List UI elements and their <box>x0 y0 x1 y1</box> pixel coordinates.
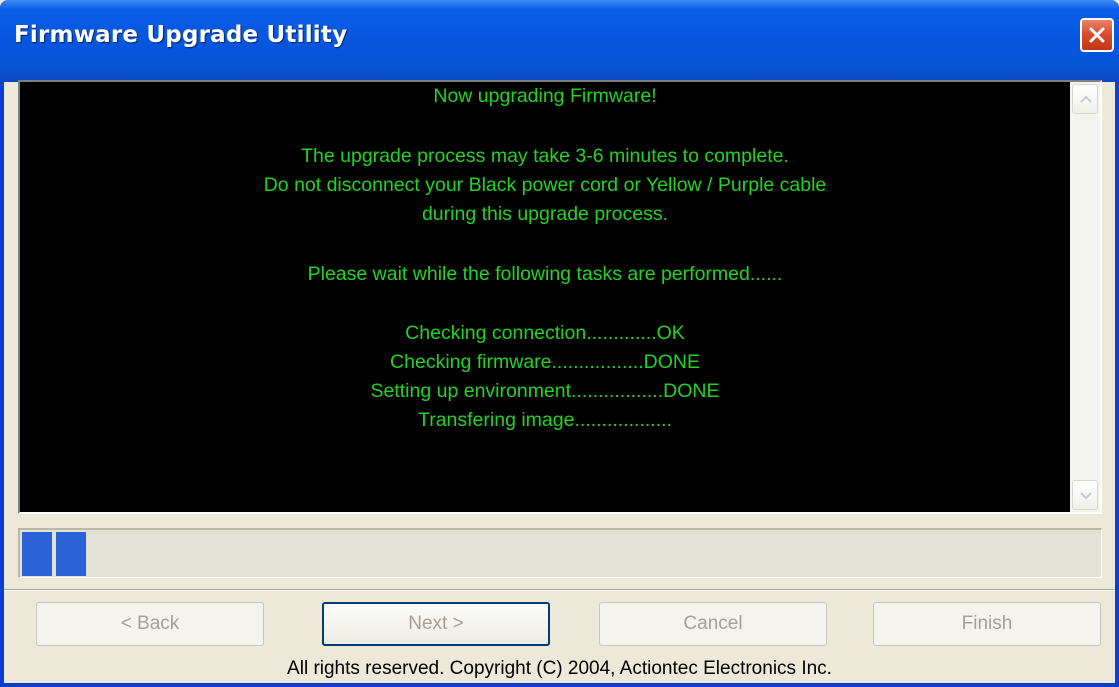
console-text: Now upgrading Firmware! The upgrade proc… <box>20 82 1070 512</box>
scroll-down-arrow-icon <box>1080 492 1092 500</box>
scroll-up-button[interactable] <box>1072 84 1098 114</box>
window-title: Firmware Upgrade Utility <box>14 22 348 48</box>
console-duration-line: The upgrade process may take 3-6 minutes… <box>301 145 789 167</box>
finish-button[interactable]: Finish <box>873 602 1101 646</box>
progress-block <box>22 532 52 576</box>
task-checking-firmware: Checking firmware.................DONE <box>390 351 700 373</box>
task-transfering-image: Transfering image.................. <box>418 409 672 431</box>
copyright-footer: All rights reserved. Copyright (C) 2004,… <box>287 658 832 679</box>
console-heading: Now upgrading Firmware! <box>433 85 657 107</box>
task-checking-connection: Checking connection.............OK <box>405 322 685 344</box>
title-bar[interactable]: Firmware Upgrade Utility <box>0 0 1119 82</box>
vertical-scrollbar[interactable] <box>1070 82 1100 512</box>
dialog-body: Now upgrading Firmware! The upgrade proc… <box>4 80 1115 683</box>
cancel-button[interactable]: Cancel <box>599 602 827 646</box>
console-warning-line-2: during this upgrade process. <box>421 203 669 225</box>
upgrade-progress-bar <box>18 528 1102 578</box>
task-setting-up-environment: Setting up environment.................D… <box>370 380 720 402</box>
console-warning-line: Do not disconnect your Black power cord … <box>263 174 827 196</box>
scroll-up-arrow-icon <box>1080 95 1092 103</box>
back-button[interactable]: < Back <box>36 602 264 646</box>
status-console: Now upgrading Firmware! The upgrade proc… <box>18 80 1102 514</box>
progress-block <box>56 532 86 576</box>
next-button[interactable]: Next > <box>322 602 550 646</box>
close-icon <box>1089 27 1105 43</box>
firmware-upgrade-window: Firmware Upgrade Utility Now upgrading F… <box>0 0 1119 687</box>
button-divider <box>4 589 1115 591</box>
scroll-down-button[interactable] <box>1072 480 1098 510</box>
progress-fill <box>22 532 86 576</box>
close-button[interactable] <box>1080 18 1114 52</box>
console-wait-line: Please wait while the following tasks ar… <box>307 263 783 285</box>
